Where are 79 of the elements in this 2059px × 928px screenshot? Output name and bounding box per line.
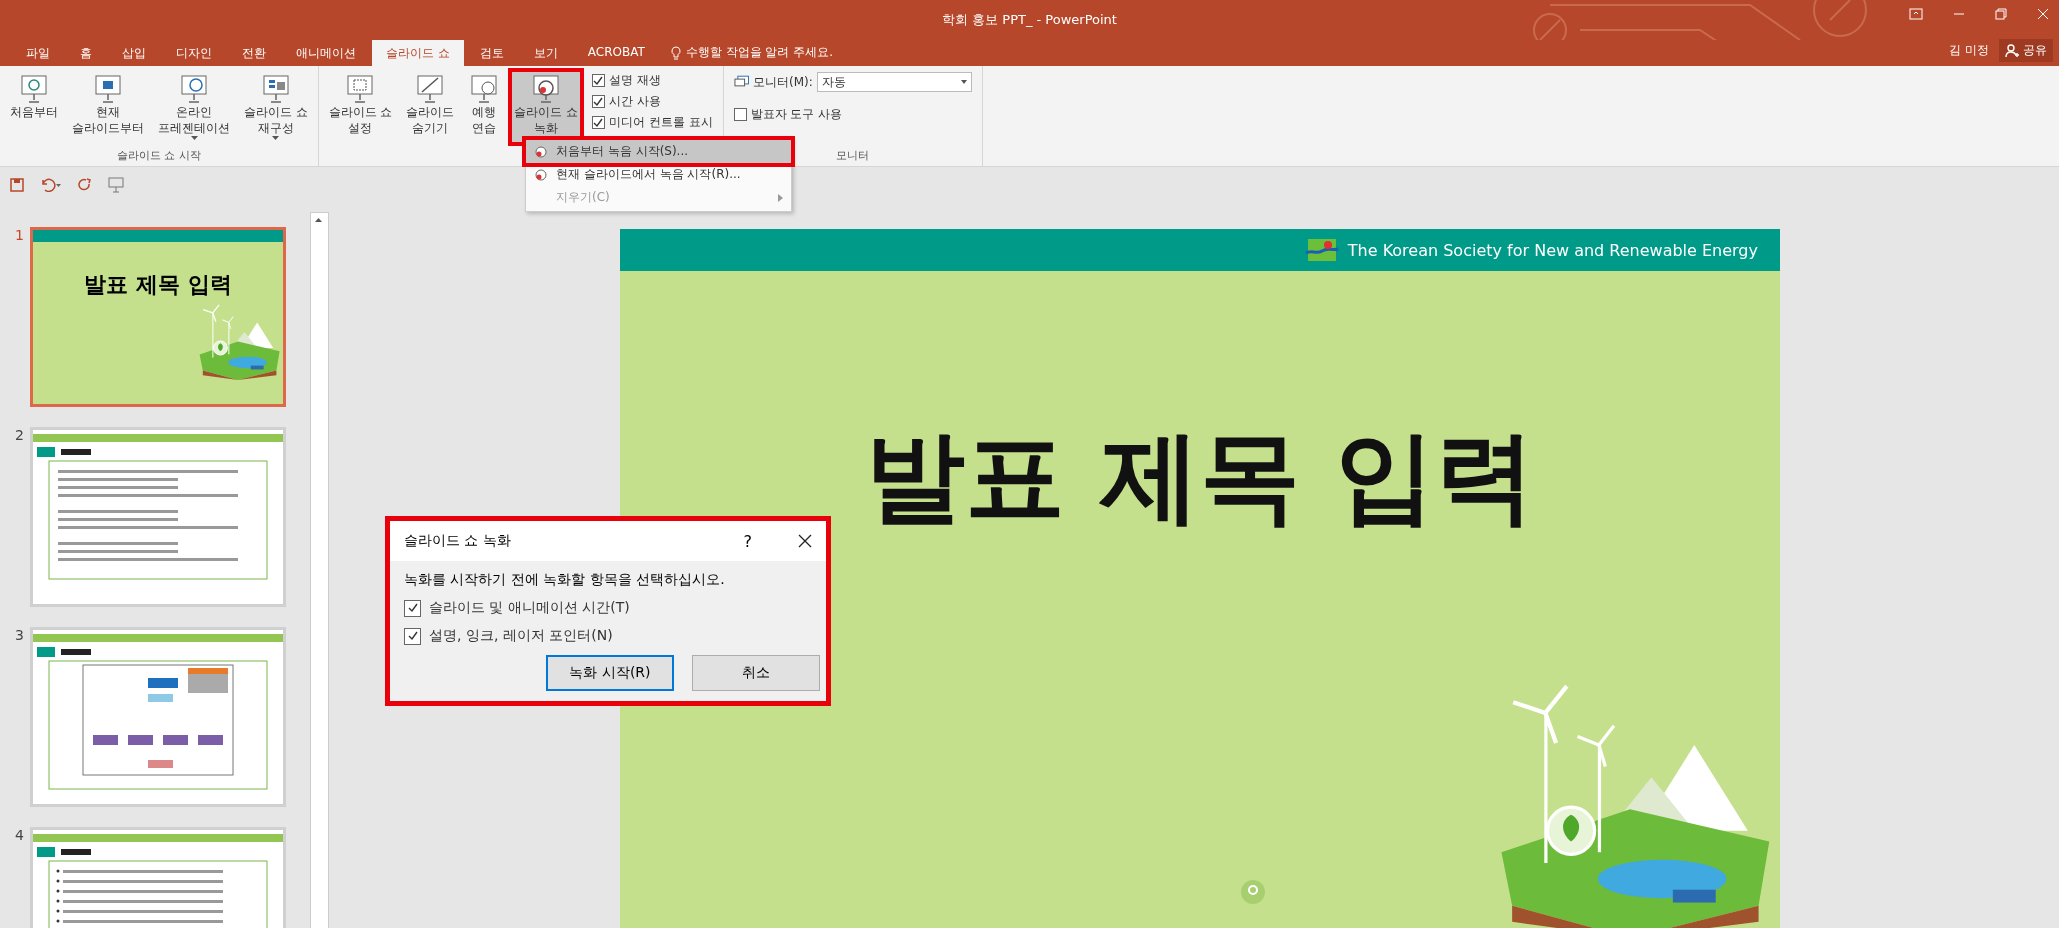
checkbox[interactable] xyxy=(733,108,747,121)
check-icon xyxy=(593,117,604,128)
slide-thumbnail[interactable]: 발표 제목 입력 xyxy=(30,227,286,407)
undo-icon[interactable] xyxy=(40,177,62,192)
ribbon-tab[interactable]: 홈 xyxy=(66,40,106,66)
slide-number: 2 xyxy=(14,427,24,443)
slideshow-icon xyxy=(18,74,50,104)
slide-thumbnail[interactable] xyxy=(30,427,286,607)
ribbon-button[interactable]: 예행 연습 xyxy=(462,68,507,146)
ribbon-tab[interactable]: 전환 xyxy=(228,40,280,66)
submenu-arrow-icon xyxy=(778,193,783,202)
dialog-button[interactable]: 녹화 시작(R) xyxy=(546,655,674,691)
record-icon xyxy=(534,144,548,159)
slideshow-icon xyxy=(92,74,124,104)
checkbox[interactable] xyxy=(591,74,605,87)
user-name: 김 미정 xyxy=(1949,42,1989,59)
dialog-button[interactable]: 취소 xyxy=(692,655,820,691)
checkbox[interactable] xyxy=(591,116,605,129)
slide-thumbnail[interactable] xyxy=(30,627,286,807)
ribbon-tab[interactable]: ACROBAT xyxy=(573,40,659,66)
ribbon-tab[interactable]: 파일 xyxy=(12,40,64,66)
tell-me-field[interactable]: 수행할 작업을 알려 주세요. xyxy=(685,44,834,61)
caret-icon xyxy=(960,80,967,84)
check-icon xyxy=(593,75,604,86)
window-title: 학회 홍보 PPT_ - PowerPoint xyxy=(942,11,1117,29)
record-icon xyxy=(534,167,548,182)
check-icon xyxy=(593,96,604,107)
monitor-dropdown[interactable]: 자동 xyxy=(816,72,972,92)
society-logo-icon xyxy=(1303,239,1340,261)
slide-header-text: The Korean Society for New and Renewable Energy xyxy=(1347,240,1758,260)
ribbon-tab[interactable]: 디자인 xyxy=(162,40,226,66)
checkbox-label: 발표자 도구 사용 xyxy=(750,106,843,123)
share-button[interactable]: 공유 xyxy=(1999,39,2053,62)
slide-number: 4 xyxy=(14,827,24,843)
ribbon-button[interactable]: 슬라이드 쇼 재구성 xyxy=(238,68,314,146)
dialog-prompt: 녹화를 시작하기 전에 녹화할 항목을 선택하십시오. xyxy=(404,571,726,589)
thumbnail-title: 발표 제목 입력 xyxy=(84,271,232,299)
menu-item[interactable]: 현재 슬라이드에서 녹음 시작(R)... xyxy=(526,163,791,186)
monitor-label: 모니터(M): xyxy=(753,73,813,91)
scrollbar[interactable] xyxy=(310,212,329,928)
ribbon-button[interactable]: 슬라이드 쇼 설정 xyxy=(322,68,399,146)
close-icon[interactable] xyxy=(798,534,812,548)
ribbon-tab[interactable]: 삽입 xyxy=(108,40,160,66)
restore-icon[interactable] xyxy=(1995,8,2007,20)
ribbon-display-icon[interactable] xyxy=(1909,8,1923,20)
checkbox-label: 설명, 잉크, 레이저 포인터(N) xyxy=(429,627,613,645)
caret-icon xyxy=(190,136,198,140)
checkbox-label: 미디어 컨트롤 표시 xyxy=(608,114,713,131)
monitor-icon xyxy=(733,75,750,89)
help-button[interactable]: ? xyxy=(737,530,758,552)
checkbox-label: 시간 사용 xyxy=(608,93,661,110)
ribbon-button[interactable]: 처음부터 xyxy=(4,68,64,146)
slideshow-icon xyxy=(178,74,210,104)
ribbon-button[interactable]: 현재 슬라이드부터 xyxy=(66,68,150,146)
redo-icon[interactable] xyxy=(78,177,92,192)
checkbox-label: 슬라이드 및 애니메이션 시간(T) xyxy=(429,599,630,617)
slide-number: 1 xyxy=(14,227,24,243)
ribbon-tab[interactable]: 애니메이션 xyxy=(282,40,370,66)
checkbox[interactable] xyxy=(404,627,421,645)
person-icon xyxy=(2005,43,2019,58)
ribbon-button[interactable]: 슬라이드 숨기기 xyxy=(400,68,461,146)
group-label: 모니터 xyxy=(835,148,871,164)
slide-number: 3 xyxy=(14,627,24,643)
checkbox-label: 설명 재생 xyxy=(608,72,661,89)
check-icon xyxy=(407,631,418,641)
save-icon[interactable] xyxy=(10,177,24,192)
caret-icon xyxy=(272,136,280,140)
checkbox[interactable] xyxy=(404,599,421,617)
ribbon-tab[interactable]: 보기 xyxy=(519,40,572,66)
ribbon-tab[interactable]: 슬라이드 쇼 xyxy=(372,40,464,66)
check-icon xyxy=(407,603,418,613)
dialog-title: 슬라이드 쇼 녹화 xyxy=(404,532,512,550)
ribbon-tab[interactable]: 검토 xyxy=(465,40,518,66)
slide-title: 발표 제목 입력 xyxy=(865,417,1535,537)
location-pin-icon xyxy=(1240,879,1266,905)
checkbox[interactable] xyxy=(591,95,605,108)
ribbon-button[interactable]: 온라인 프레젠테이션 xyxy=(152,68,236,146)
lightbulb-icon xyxy=(670,45,681,60)
group-label: 슬라이드 쇼 시작 xyxy=(115,148,202,164)
